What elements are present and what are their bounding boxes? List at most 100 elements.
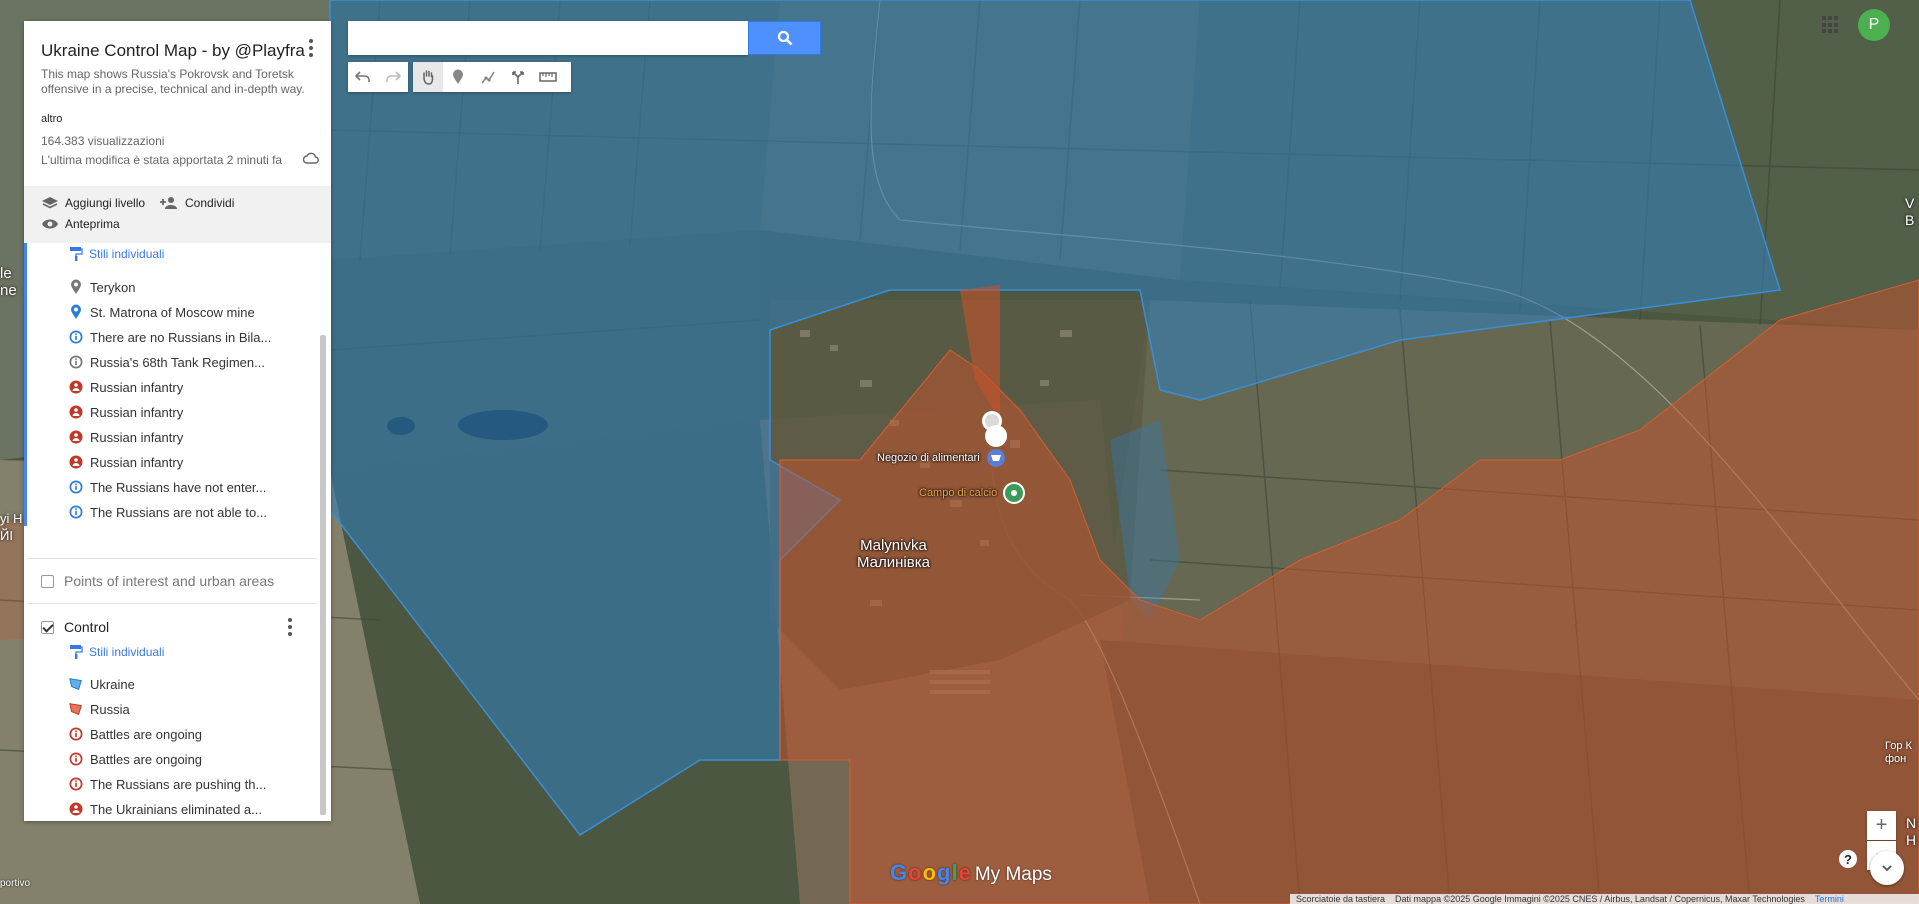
- feature-label: Battles are ongoing: [90, 726, 203, 742]
- feature-label: Russian infantry: [90, 454, 184, 470]
- add-marker-button[interactable]: [443, 62, 473, 92]
- info-blue-icon: [69, 480, 83, 494]
- add-layer-label: Aggiungi livello: [65, 196, 146, 210]
- draw-line-button[interactable]: [473, 62, 503, 92]
- terms-link[interactable]: Termini: [1815, 894, 1844, 904]
- search-icon: [777, 30, 792, 46]
- layer-poi-urban-checkbox[interactable]: [41, 574, 54, 588]
- hand-icon: [423, 70, 434, 85]
- layer-control-checkbox[interactable]: [41, 620, 54, 634]
- panel-actions-bar: Aggiungi livello Condividi Anteprima: [24, 186, 331, 243]
- redo-icon: [386, 71, 401, 82]
- apps-grid-icon[interactable]: [1822, 16, 1840, 34]
- add-layer-button[interactable]: Aggiungi livello: [41, 196, 145, 210]
- feature-item[interactable]: Russian infantry: [69, 402, 183, 422]
- feature-item[interactable]: The Ukrainians eliminated a...: [69, 799, 262, 819]
- feature-label: Russia: [90, 701, 130, 717]
- polygon-blue-icon: [69, 677, 83, 691]
- feature-item[interactable]: Russia's 68th Tank Regimen...: [69, 352, 265, 372]
- keyboard-shortcuts-link[interactable]: Scorciatoie da tastiera: [1296, 894, 1385, 904]
- info-blue-icon: [69, 505, 83, 519]
- feature-item[interactable]: Russian infantry: [69, 452, 183, 472]
- avatar[interactable]: P: [1858, 9, 1890, 41]
- pan-tool-button[interactable]: [413, 62, 443, 92]
- town-label: Malynivka Малинівка: [857, 537, 930, 571]
- feature-item[interactable]: The Russians have not enter...: [69, 477, 266, 497]
- layer1-style-link[interactable]: Stili individuali: [69, 246, 164, 262]
- paint-roller-icon: [70, 247, 83, 261]
- feature-item[interactable]: The Russians are not able to...: [69, 502, 267, 522]
- cloud-saved-icon: [303, 152, 319, 164]
- share-label: Condividi: [185, 196, 235, 210]
- ruler-icon: [539, 72, 557, 82]
- undo-button[interactable]: [348, 62, 378, 92]
- paint-roller-icon: [70, 645, 83, 659]
- feature-item[interactable]: Battles are ongoing: [69, 749, 202, 769]
- feature-item[interactable]: Russian infantry: [69, 377, 183, 397]
- feature-label: Russian infantry: [90, 379, 184, 395]
- draw-line-icon: [481, 71, 495, 84]
- view-count: 164.383 visualizzazioni: [41, 134, 165, 148]
- feature-item[interactable]: There are no Russians in Bila...: [69, 327, 271, 347]
- help-icon[interactable]: ?: [1839, 850, 1857, 868]
- info-blue-icon: [69, 330, 83, 344]
- undo-redo-group: [348, 62, 408, 92]
- layer-divider: [27, 558, 317, 559]
- layer3-style-label: Stili individuali: [89, 645, 165, 659]
- map-title[interactable]: Ukraine Control Map - by @Playfra: [41, 41, 305, 61]
- infantry-icon: [69, 802, 83, 816]
- map-edge-label-right-2: Гор Кфон: [1885, 740, 1912, 765]
- poi-football-label[interactable]: Campo di calcio: [919, 487, 997, 499]
- add-person-icon: [160, 197, 177, 209]
- football-marker[interactable]: [1003, 482, 1025, 504]
- more-link[interactable]: altro: [41, 113, 62, 125]
- feature-item[interactable]: Ukraine: [69, 674, 135, 694]
- info-red-icon: [69, 727, 83, 741]
- info-red-icon: [69, 752, 83, 766]
- town-name-latin: Malynivka: [860, 537, 927, 554]
- eye-icon: [42, 219, 58, 229]
- feature-label: Russian infantry: [90, 404, 184, 420]
- layer-poi-urban[interactable]: Points of interest and urban areas: [41, 573, 274, 589]
- feature-item[interactable]: Terykon: [69, 277, 136, 297]
- preview-button[interactable]: Anteprima: [41, 217, 120, 231]
- google-my-maps-logo: Google My Maps: [890, 860, 1052, 885]
- preview-label: Anteprima: [65, 217, 120, 231]
- map-edge-label-left-2: yi H ЙІ: [0, 511, 23, 543]
- feature-label: Battles are ongoing: [90, 751, 203, 767]
- zoom-in-button[interactable]: +: [1867, 811, 1896, 840]
- feature-label: Ukraine: [90, 676, 135, 692]
- map-tools-group: [413, 62, 571, 92]
- layer-control[interactable]: Control: [41, 619, 109, 635]
- feature-item[interactable]: Russian infantry: [69, 427, 183, 447]
- feature-label: St. Matrona of Moscow mine: [90, 304, 255, 320]
- expand-button[interactable]: [1870, 851, 1904, 885]
- town-name-cyrillic: Малинівка: [857, 554, 930, 571]
- search-button[interactable]: [748, 21, 821, 55]
- map-options-menu-icon[interactable]: [301, 37, 321, 59]
- share-button[interactable]: Condividi: [159, 196, 234, 210]
- infantry-icon: [69, 430, 83, 444]
- feature-item[interactable]: Russia: [69, 699, 130, 719]
- feature-item[interactable]: The Russians are pushing th...: [69, 774, 266, 794]
- map-attribution: Dati mappa ©2025 Google Immagini ©2025 C…: [1395, 894, 1805, 904]
- layer1-style-label: Stili individuali: [89, 247, 165, 261]
- directions-icon: [512, 71, 524, 84]
- measure-button[interactable]: [533, 62, 563, 92]
- feature-label: The Russians are pushing th...: [90, 776, 267, 792]
- layer-control-label: Control: [64, 619, 110, 635]
- feature-item[interactable]: Battles are ongoing: [69, 724, 202, 744]
- search-input[interactable]: [348, 21, 748, 55]
- panel-scrollbar[interactable]: [320, 335, 326, 815]
- marker-icon: [453, 69, 463, 84]
- directions-button[interactable]: [503, 62, 533, 92]
- layers-icon: [42, 197, 58, 209]
- feature-item[interactable]: St. Matrona of Moscow mine: [69, 302, 255, 322]
- feature-label: There are no Russians in Bila...: [90, 329, 272, 345]
- poi-shop-label[interactable]: Negozio di alimentari: [877, 452, 980, 464]
- infantry-icon: [69, 405, 83, 419]
- layer3-style-link[interactable]: Stili individuali: [69, 644, 164, 660]
- layer-control-menu-icon[interactable]: [280, 616, 300, 638]
- feature-label: The Russians have not enter...: [90, 479, 267, 495]
- redo-button[interactable]: [378, 62, 408, 92]
